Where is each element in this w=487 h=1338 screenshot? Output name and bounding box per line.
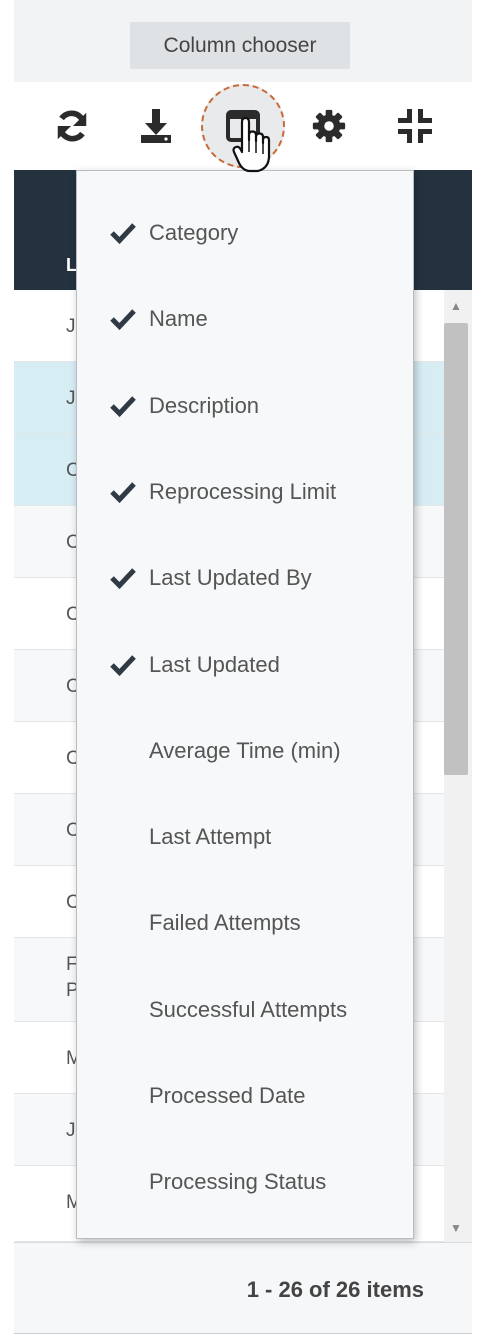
collapse-button[interactable] (387, 98, 443, 154)
column-chooser-item[interactable]: Successful Attempts (77, 980, 413, 1040)
column-chooser-item[interactable]: Name (77, 289, 413, 349)
scroll-up-arrow[interactable]: ▲ (444, 294, 468, 318)
column-chooser-item[interactable]: Failed Attempts (77, 893, 413, 953)
checkmark-icon (109, 392, 137, 420)
checkmark-icon (109, 305, 137, 333)
column-chooser-item[interactable]: Category (77, 203, 413, 263)
column-chooser-label: Processing Status (149, 1169, 327, 1195)
hand-cursor-icon (232, 116, 271, 173)
checkmark-icon (109, 651, 137, 679)
column-chooser-label: Description (149, 392, 260, 418)
download-button[interactable] (128, 98, 184, 154)
download-icon (141, 109, 171, 143)
column-chooser-item[interactable]: Reprocessing Limit (77, 462, 413, 522)
grid-pager: 1 - 26 of 26 items (14, 1242, 472, 1334)
checkmark-icon (109, 478, 137, 506)
column-chooser-label: Last Updated By (149, 565, 312, 591)
settings-button[interactable] (301, 98, 357, 154)
scrollbar-thumb[interactable] (444, 323, 468, 775)
column-chooser-label: Successful Attempts (149, 996, 348, 1022)
pager-info: 1 - 26 of 26 items (246, 1277, 424, 1302)
checkmark-icon (109, 564, 137, 592)
column-chooser-item[interactable]: Processed Date (77, 1066, 413, 1126)
column-chooser-popup: Category Name Description Reprocessing Limi… (76, 170, 414, 1239)
refresh-icon (57, 110, 87, 142)
column-chooser-item[interactable]: Average Time (min) (77, 721, 413, 781)
column-chooser-item[interactable]: Processing Status (77, 1152, 413, 1212)
column-chooser-item[interactable]: Last Attempt (77, 807, 413, 867)
collapse-icon (398, 109, 432, 143)
column-chooser-label: Name (149, 306, 208, 332)
scroll-down-arrow[interactable]: ▼ (444, 1216, 468, 1240)
column-chooser-item[interactable]: Description (77, 376, 413, 436)
column-chooser-label: Last Attempt (149, 824, 272, 850)
column-chooser-tooltip: Column chooser (130, 22, 350, 69)
refresh-button[interactable] (44, 98, 100, 154)
checkmark-icon (109, 219, 137, 247)
column-chooser-label: Average Time (min) (149, 737, 341, 763)
column-chooser-item[interactable]: Last Updated (77, 635, 413, 695)
gear-icon (312, 109, 346, 143)
column-chooser-label: Failed Attempts (149, 910, 301, 936)
column-chooser-label: Reprocessing Limit (149, 478, 337, 504)
column-chooser-label: Category (149, 220, 239, 245)
column-chooser-label: Last Updated (149, 651, 280, 677)
column-chooser-label: Processed Date (149, 1083, 306, 1108)
column-chooser-item[interactable]: Last Updated By (77, 548, 413, 608)
